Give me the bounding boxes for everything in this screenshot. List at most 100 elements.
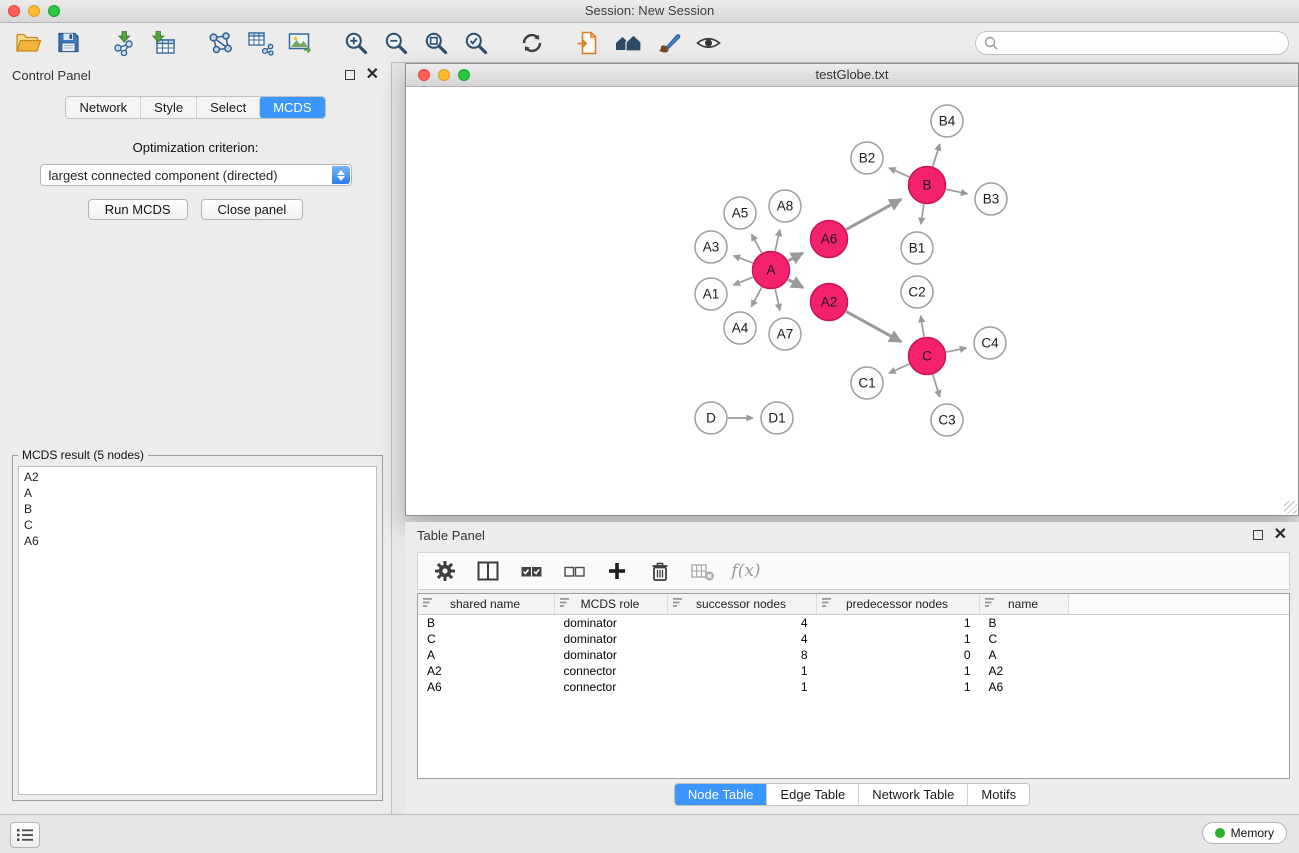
edge-B-B2[interactable] [889,168,909,177]
edge-A6-B[interactable] [846,199,901,229]
network-maximize-button[interactable] [458,69,470,81]
table-tab-motifs[interactable]: Motifs [967,784,1029,805]
add-column-button[interactable] [604,558,630,584]
table-row[interactable]: Adominator80A [418,647,1289,663]
command-document-button[interactable] [568,26,608,60]
show-columns-button[interactable] [475,558,501,584]
edge-A-A3[interactable] [733,256,752,263]
network-minimize-button[interactable] [438,69,450,81]
table-cell[interactable]: connector [555,663,668,679]
table-cell[interactable]: A6 [418,679,555,695]
delete-column-button[interactable] [647,558,673,584]
table-cell[interactable]: B [418,615,555,632]
function-builder-button[interactable]: f(x) [733,558,759,584]
zoom-fit-button[interactable] [416,26,456,60]
node-C1[interactable]: C1 [851,367,883,399]
table-settings-button[interactable] [432,558,458,584]
table-cell[interactable]: 1 [817,615,980,632]
table-row[interactable]: A2connector11A2 [418,663,1289,679]
column-header-MCDS-role[interactable]: MCDS role [555,594,668,615]
maximize-window-button[interactable] [48,5,60,17]
delete-table-button[interactable] [690,558,716,584]
network-canvas[interactable]: B4B2BB3A8A5A6A3B1AA1C2A2A4A7C4CC1C3DD1 [406,87,1298,515]
node-A7[interactable]: A7 [769,318,801,350]
float-table-panel-icon[interactable] [1253,530,1263,540]
zoom-selected-button[interactable] [456,26,496,60]
edge-C-C2[interactable] [921,316,924,337]
export-image-button[interactable] [280,26,320,60]
edge-A-A8[interactable] [775,229,780,251]
node-D1[interactable]: D1 [761,402,793,434]
edge-A-A5[interactable] [752,234,762,253]
control-tab-mcds[interactable]: MCDS [259,97,324,118]
table-cell[interactable]: A [980,647,1069,663]
zoom-in-button[interactable] [336,26,376,60]
edge-C-C3[interactable] [933,375,940,398]
table-cell[interactable]: B [980,615,1069,632]
mcds-result-item[interactable]: A6 [24,533,371,549]
style-brush-button[interactable] [648,26,688,60]
node-A2[interactable]: A2 [811,284,848,321]
edge-A-A2[interactable] [788,279,803,287]
node-B4[interactable]: B4 [931,105,963,137]
column-header-shared-name[interactable]: shared name [418,594,555,615]
edge-B-B3[interactable] [946,189,968,194]
edge-C-C4[interactable] [946,348,966,352]
import-table-button[interactable] [144,26,184,60]
node-D[interactable]: D [695,402,727,434]
deselect-all-button[interactable] [561,558,587,584]
node-A1[interactable]: A1 [695,278,727,310]
node-B2[interactable]: B2 [851,142,883,174]
table-cell[interactable]: A [418,647,555,663]
optimization-dropdown[interactable]: largest connected component (directed) [40,164,352,186]
mcds-result-list[interactable]: A2ABCA6 [18,466,377,795]
node-B1[interactable]: B1 [901,232,933,264]
node-C3[interactable]: C3 [931,404,963,436]
table-cell[interactable]: 1 [668,679,817,695]
select-all-button[interactable] [518,558,544,584]
refresh-layout-button[interactable] [512,26,552,60]
node-A[interactable]: A [753,252,790,289]
memory-button[interactable]: Memory [1202,822,1287,844]
close-panel-button[interactable]: Close panel [201,199,304,220]
table-cell[interactable]: A2 [418,663,555,679]
node-C2[interactable]: C2 [901,276,933,308]
edge-B-B4[interactable] [933,144,940,167]
node-A3[interactable]: A3 [695,231,727,263]
table-cell[interactable]: C [980,631,1069,647]
table-cell[interactable]: 1 [817,663,980,679]
control-tab-select[interactable]: Select [196,97,259,118]
node-A4[interactable]: A4 [724,312,756,344]
edge-A-A1[interactable] [733,277,753,285]
new-table-button[interactable] [240,26,280,60]
control-tab-style[interactable]: Style [140,97,196,118]
edge-A-A6[interactable] [788,253,803,261]
table-cell[interactable]: dominator [555,631,668,647]
table-cell[interactable]: A2 [980,663,1069,679]
table-tab-node-table[interactable]: Node Table [675,784,767,805]
node-C[interactable]: C [909,338,946,375]
save-session-button[interactable] [48,26,88,60]
float-panel-icon[interactable] [345,70,355,80]
table-cell[interactable]: 4 [668,631,817,647]
edge-B-B1[interactable] [921,204,924,224]
table-cell[interactable]: 0 [817,647,980,663]
table-tab-network-table[interactable]: Network Table [858,784,967,805]
table-cell[interactable]: C [418,631,555,647]
column-header-successor-nodes[interactable]: successor nodes [668,594,817,615]
zoom-out-button[interactable] [376,26,416,60]
node-C4[interactable]: C4 [974,327,1006,359]
import-network-button[interactable] [104,26,144,60]
run-mcds-button[interactable]: Run MCDS [88,199,188,220]
search-input[interactable] [1003,35,1280,51]
close-panel-icon[interactable]: ✕ [366,69,379,81]
edge-A-A4[interactable] [751,287,762,307]
mcds-result-item[interactable]: C [24,517,371,533]
node-B[interactable]: B [909,167,946,204]
table-cell[interactable]: connector [555,679,668,695]
table-tab-edge-table[interactable]: Edge Table [766,784,858,805]
table-cell[interactable]: 1 [817,631,980,647]
edge-A2-C[interactable] [846,311,901,341]
node-A6[interactable]: A6 [811,221,848,258]
mcds-result-item[interactable]: A2 [24,469,371,485]
